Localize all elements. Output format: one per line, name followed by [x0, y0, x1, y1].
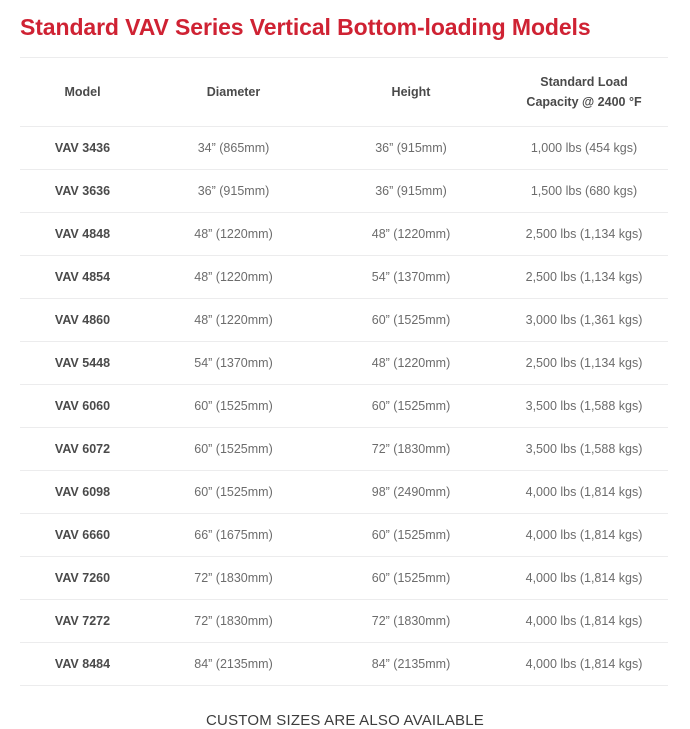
table-row: VAV 6098 60” (1525mm) 98” (2490mm) 4,000 lb…: [20, 471, 668, 514]
cell-load: 4,000 lbs (1,814 kgs): [500, 557, 668, 600]
cell-load: 4,000 lbs (1,814 kgs): [500, 600, 668, 643]
column-header-label: Height: [391, 85, 431, 99]
cell-model: VAV 4860: [20, 299, 145, 342]
column-header-model: Model: [20, 57, 145, 127]
cell-diameter: 72” (1830mm): [145, 600, 322, 643]
cell-diameter: 60” (1525mm): [145, 385, 322, 428]
cell-load: 3,500 lbs (1,588 kgs): [500, 385, 668, 428]
cell-load: 3,500 lbs (1,588 kgs): [500, 428, 668, 471]
cell-height: 36” (915mm): [322, 170, 500, 213]
page-title: Standard VAV Series Vertical Bottom-load…: [20, 14, 591, 40]
cell-height: 60” (1525mm): [322, 299, 500, 342]
vav-models-table: Model Diameter Height Standard Load Capacity…: [20, 57, 668, 686]
cell-model: VAV 6072: [20, 428, 145, 471]
cell-model: VAV 4854: [20, 256, 145, 299]
cell-height: 54” (1370mm): [322, 256, 500, 299]
cell-diameter: 48” (1220mm): [145, 256, 322, 299]
cell-load: 2,500 lbs (1,134 kgs): [500, 213, 668, 256]
table-row: VAV 3636 36” (915mm) 36” (915mm) 1,500 lbs …: [20, 170, 668, 213]
cell-height: 72” (1830mm): [322, 600, 500, 643]
cell-diameter: 54” (1370mm): [145, 342, 322, 385]
table-row: VAV 4854 48” (1220mm) 54” (1370mm) 2,500 lb…: [20, 256, 668, 299]
table-row: VAV 6660 66” (1675mm) 60” (1525mm) 4,000 lb…: [20, 514, 668, 557]
custom-sizes-note: CUSTOM SIZES ARE ALSO AVAILABLE: [206, 712, 484, 729]
column-header-load: Standard Load Capacity @ 2400 °F: [500, 57, 668, 127]
column-header-label: Standard Load: [540, 75, 628, 89]
column-header-diameter: Diameter: [145, 57, 322, 127]
cell-load: 1,500 lbs (680 kgs): [500, 170, 668, 213]
cell-height: 48” (1220mm): [322, 213, 500, 256]
cell-model: VAV 3436: [20, 127, 145, 170]
cell-model: VAV 6660: [20, 514, 145, 557]
table-row: VAV 4848 48” (1220mm) 48” (1220mm) 2,500 lb…: [20, 213, 668, 256]
cell-height: 60” (1525mm): [322, 385, 500, 428]
cell-model: VAV 3636: [20, 170, 145, 213]
cell-height: 98” (2490mm): [322, 471, 500, 514]
cell-model: VAV 4848: [20, 213, 145, 256]
cell-load: 4,000 lbs (1,814 kgs): [500, 643, 668, 686]
cell-diameter: 66” (1675mm): [145, 514, 322, 557]
spec-sheet-page: Standard VAV Series Vertical Bottom-load…: [0, 0, 690, 729]
cell-model: VAV 7272: [20, 600, 145, 643]
table-header: Model Diameter Height Standard Load Capacity…: [20, 57, 668, 127]
cell-diameter: 72” (1830mm): [145, 557, 322, 600]
cell-diameter: 48” (1220mm): [145, 299, 322, 342]
cell-model: VAV 6060: [20, 385, 145, 428]
cell-diameter: 48” (1220mm): [145, 213, 322, 256]
cell-height: 72” (1830mm): [322, 428, 500, 471]
table-row: VAV 4860 48” (1220mm) 60” (1525mm) 3,000 lb…: [20, 299, 668, 342]
cell-load: 2,500 lbs (1,134 kgs): [500, 256, 668, 299]
table-body: VAV 3436 34” (865mm) 36” (915mm) 1,000 lbs …: [20, 127, 668, 686]
table-row: VAV 6072 60” (1525mm) 72” (1830mm) 3,500 lb…: [20, 428, 668, 471]
cell-diameter: 84” (2135mm): [145, 643, 322, 686]
table-row: VAV 7260 72” (1830mm) 60” (1525mm) 4,000 lb…: [20, 557, 668, 600]
cell-height: 84” (2135mm): [322, 643, 500, 686]
table-header-row: Model Diameter Height Standard Load Capacity…: [20, 57, 668, 127]
cell-model: VAV 5448: [20, 342, 145, 385]
table-row: VAV 8484 84” (2135mm) 84” (2135mm) 4,000 lb…: [20, 643, 668, 686]
cell-load: 2,500 lbs (1,134 kgs): [500, 342, 668, 385]
column-header-sublabel: Capacity @ 2400 °F: [526, 95, 642, 109]
table-row: VAV 6060 60” (1525mm) 60” (1525mm) 3,500 lb…: [20, 385, 668, 428]
cell-diameter: 60” (1525mm): [145, 428, 322, 471]
cell-model: VAV 6098: [20, 471, 145, 514]
column-header-label: Diameter: [206, 85, 261, 99]
cell-height: 48” (1220mm): [322, 342, 500, 385]
column-header-height: Height: [322, 57, 500, 127]
cell-height: 60” (1525mm): [322, 514, 500, 557]
table-row: VAV 7272 72” (1830mm) 72” (1830mm) 4,000 lb…: [20, 600, 668, 643]
spec-table-container: Model Diameter Height Standard Load Capacity…: [20, 57, 668, 686]
table-row: VAV 5448 54” (1370mm) 48” (1220mm) 2,500 lb…: [20, 342, 668, 385]
table-row: VAV 3436 34” (865mm) 36” (915mm) 1,000 lbs …: [20, 127, 668, 170]
cell-diameter: 34” (865mm): [145, 127, 322, 170]
cell-height: 60” (1525mm): [322, 557, 500, 600]
cell-height: 36” (915mm): [322, 127, 500, 170]
cell-load: 1,000 lbs (454 kgs): [500, 127, 668, 170]
cell-load: 3,000 lbs (1,361 kgs): [500, 299, 668, 342]
cell-model: VAV 8484: [20, 643, 145, 686]
cell-diameter: 36” (915mm): [145, 170, 322, 213]
cell-model: VAV 7260: [20, 557, 145, 600]
cell-load: 4,000 lbs (1,814 kgs): [500, 514, 668, 557]
cell-diameter: 60” (1525mm): [145, 471, 322, 514]
column-header-label: Model: [64, 85, 101, 99]
cell-load: 4,000 lbs (1,814 kgs): [500, 471, 668, 514]
